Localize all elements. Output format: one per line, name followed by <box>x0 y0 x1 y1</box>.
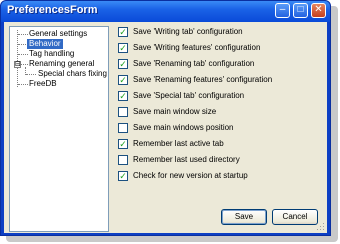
option-label: Save 'Renaming features' configuration <box>133 75 273 84</box>
dialog-client-area: ⊟ General settings Behavior Tag handling… <box>4 22 327 233</box>
collapse-icon[interactable]: ⊟ <box>14 61 21 68</box>
minimize-button[interactable]: – <box>275 3 290 18</box>
tree-connector <box>18 84 28 85</box>
title-bar[interactable]: PreferencesForm – □ ✕ <box>1 1 330 22</box>
checkbox-unchecked-icon[interactable] <box>118 107 128 117</box>
preferences-tree[interactable]: ⊟ General settings Behavior Tag handling… <box>9 26 109 232</box>
tree-connector <box>18 34 28 35</box>
close-icon: ✕ <box>314 4 323 15</box>
maximize-icon: □ <box>297 4 304 15</box>
tree-item-general-settings[interactable]: General settings <box>29 29 87 39</box>
checkbox-unchecked-icon[interactable] <box>118 155 128 165</box>
tree-connector <box>18 54 28 55</box>
checkbox-checked-icon[interactable]: ✓ <box>118 27 128 37</box>
close-button[interactable]: ✕ <box>311 3 326 18</box>
tree-item-behavior[interactable]: Behavior <box>27 39 63 49</box>
cancel-button[interactable]: Cancel <box>272 209 318 225</box>
checkbox-checked-icon[interactable]: ✓ <box>118 171 128 181</box>
save-button[interactable]: Save <box>221 209 267 225</box>
minimize-icon: – <box>279 4 286 15</box>
resize-grip-icon[interactable] <box>316 222 325 231</box>
checkbox-checked-icon[interactable]: ✓ <box>118 139 128 149</box>
option-label: Save main window size <box>133 107 217 116</box>
option-label: Save 'Renaming tab' configuration <box>133 59 255 68</box>
preferences-window: PreferencesForm – □ ✕ ⊟ General settings… <box>0 0 331 236</box>
tree-item-tag-handling[interactable]: Tag handling <box>29 49 74 59</box>
window-title: PreferencesForm <box>7 4 98 16</box>
option-label: Save 'Writing tab' configuration <box>133 27 243 36</box>
option-label: Check for new version at startup <box>133 171 248 180</box>
tree-connector <box>17 30 18 87</box>
tree-item-freedb[interactable]: FreeDB <box>29 79 57 89</box>
maximize-button[interactable]: □ <box>293 3 308 18</box>
tree-connector <box>26 74 36 75</box>
tree-connector <box>21 64 28 65</box>
option-label: Remember last active tab <box>133 139 224 148</box>
checkbox-checked-icon[interactable]: ✓ <box>118 59 128 69</box>
option-label: Save main windows position <box>133 123 234 132</box>
option-label: Save 'Special tab' configuration <box>133 91 245 100</box>
checkbox-checked-icon[interactable]: ✓ <box>118 91 128 101</box>
checkbox-checked-icon[interactable]: ✓ <box>118 75 128 85</box>
option-label: Remember last used directory <box>133 155 240 164</box>
checkbox-checked-icon[interactable]: ✓ <box>118 43 128 53</box>
tree-item-renaming-general[interactable]: Renaming general <box>29 59 94 69</box>
checkbox-unchecked-icon[interactable] <box>118 123 128 133</box>
tree-item-special-chars-fixing[interactable]: Special chars fixing <box>38 69 107 79</box>
option-label: Save 'Writing features' configuration <box>133 43 261 52</box>
